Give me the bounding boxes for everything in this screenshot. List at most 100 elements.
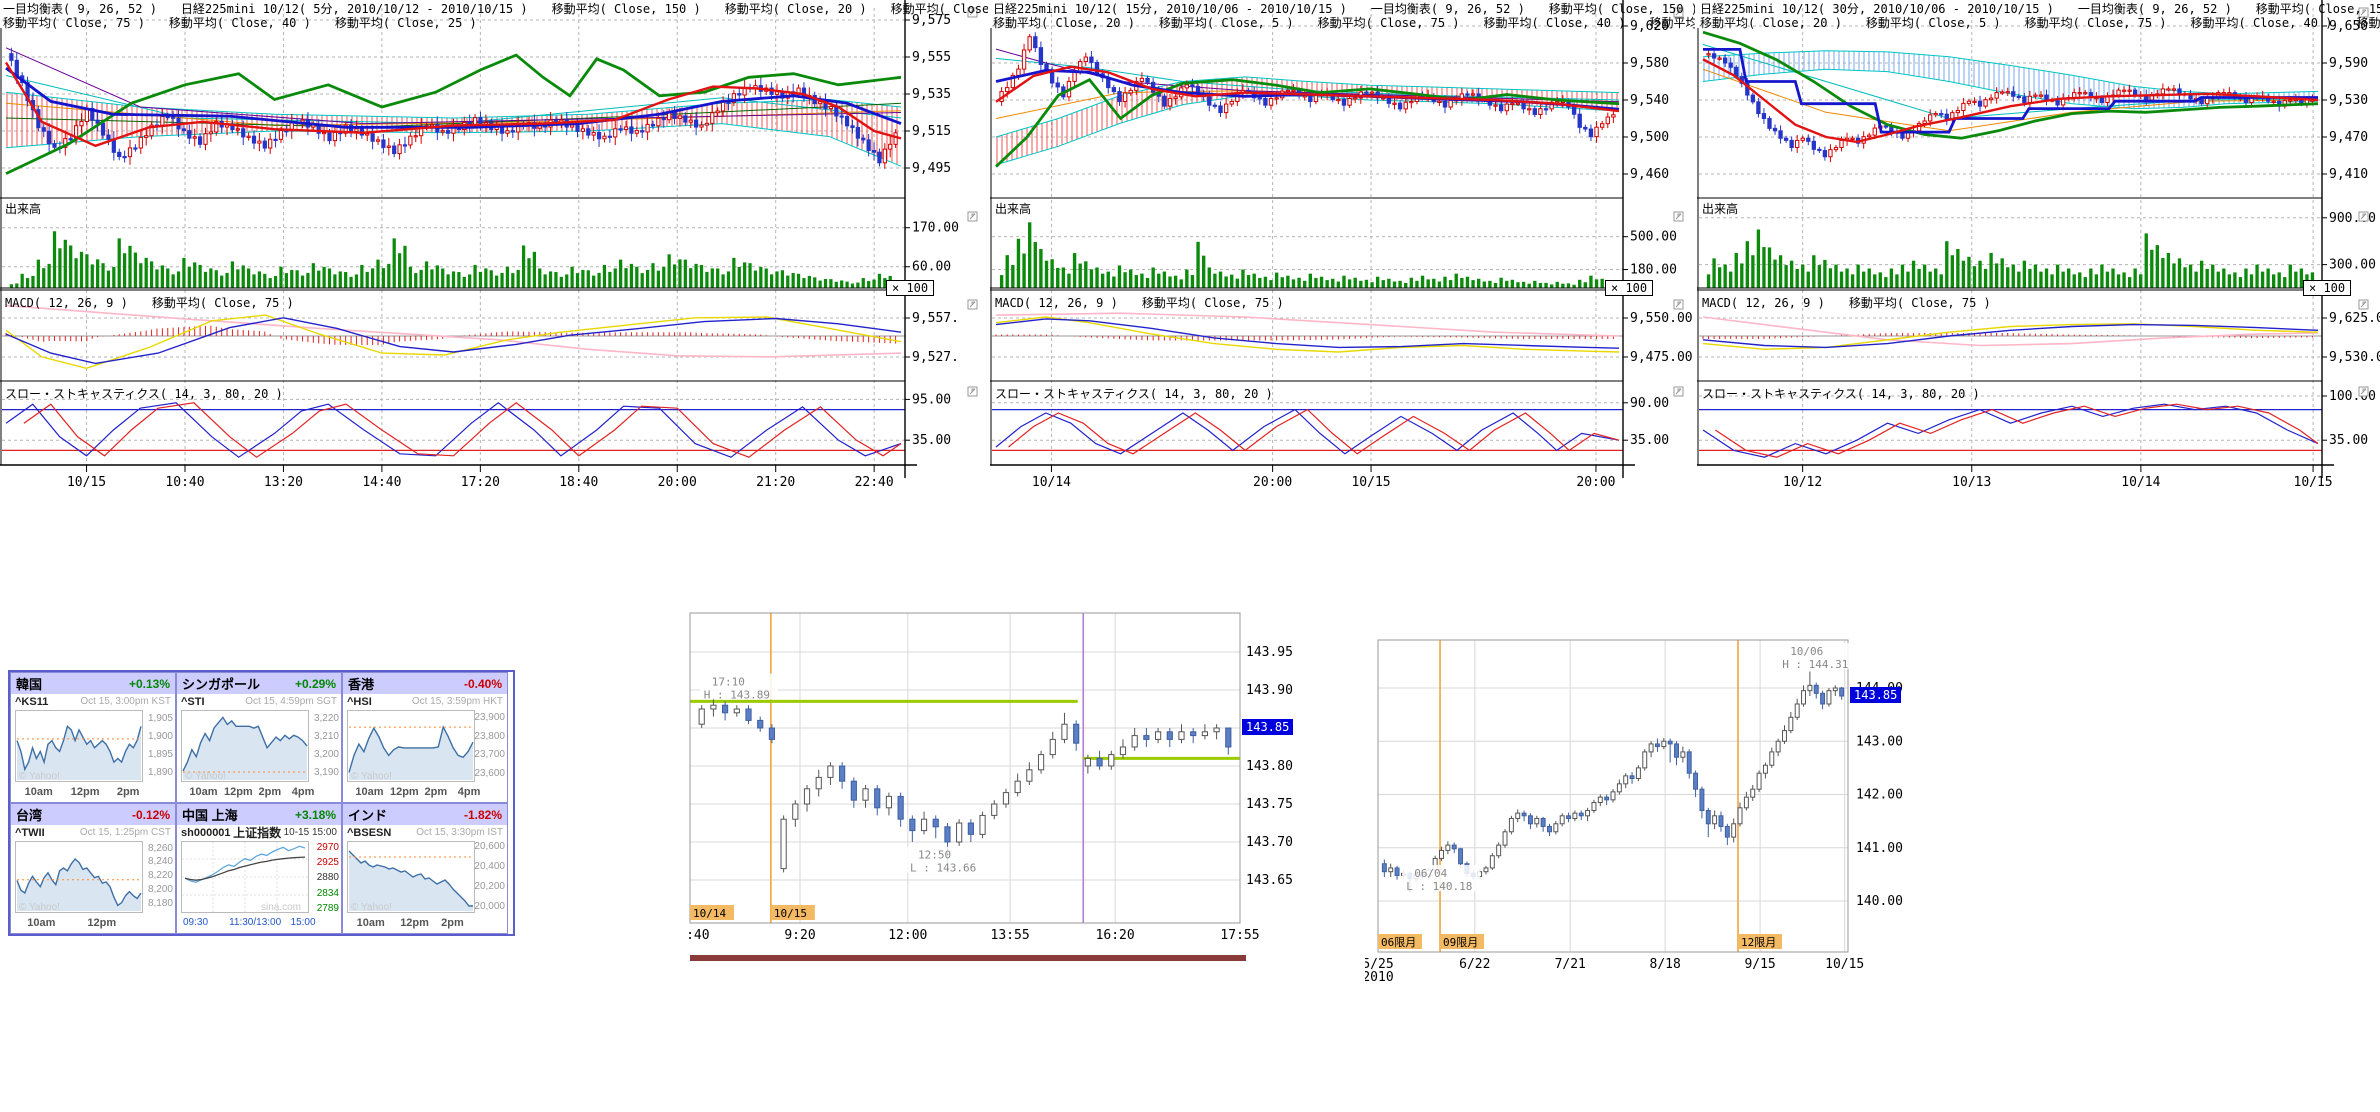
value-axis-label: 8,180 xyxy=(148,898,173,909)
annotation-text: 12:50 xyxy=(918,849,951,862)
nikkei-30min-chart[interactable]: 日経225mini 10/12( 30分, 2010/10/06 - 2010/… xyxy=(1697,0,2380,505)
time-axis-label: 2pm xyxy=(117,786,140,798)
session-badge: 10/14 xyxy=(690,905,734,920)
x-tick-label: 10/12 xyxy=(1783,475,1822,490)
market-widget-singapore[interactable]: シンガポール +0.29% ^STI Oct 15, 4:59pm SGT 3,… xyxy=(176,672,342,803)
fx-daily-chart[interactable]: 144.00143.00142.00141.00140.005/2520106/… xyxy=(1365,590,1945,990)
stoch-tick-label: 100.00 xyxy=(2329,389,2376,404)
watermark: © Yahoo! xyxy=(185,771,226,782)
value-axis-label: 8,220 xyxy=(148,870,173,881)
high-low-annotation: 06/04L : 140.18 xyxy=(1402,865,1480,893)
value-axis-label: 3,210 xyxy=(314,731,339,742)
ma75-overlay-line xyxy=(1703,317,2318,346)
ticker-row: ^BSESN Oct 15, 3:30pm IST xyxy=(343,825,507,840)
market-widget-shanghai[interactable]: 中国 上海 +3.18% sh000001 上证指数 10-15 15:00 2… xyxy=(176,803,342,934)
price-tick-label: 9,515 xyxy=(912,124,951,139)
watermark: © Yahoo! xyxy=(19,902,60,913)
chart-legend-line2: 移動平均( Close, 75 ) 移動平均( Close, 40 ) 移動平均… xyxy=(3,14,477,31)
time-axis: 10am12pm xyxy=(11,916,175,933)
price-axis-label: 143.65 xyxy=(1246,873,1293,888)
price-axis-label: 140.00 xyxy=(1856,894,1903,909)
current-price-badge: 143.85 xyxy=(1850,687,1901,703)
annotation-text: 17:10 xyxy=(712,675,745,688)
trading-workstation-screen: 一目均衡表( 9, 26, 52 ) 日経225mini 10/12( 5分, … xyxy=(0,0,2380,1112)
volume-panel-label: 出来高 xyxy=(5,200,41,217)
price-axis-label: 143.00 xyxy=(1856,734,1903,749)
sparkline-chart: 8,2608,2408,2208,2008,180© Yahoo! xyxy=(11,840,175,916)
time-axis-label: 6/22 xyxy=(1459,957,1490,972)
time-axis-label: 16:40 xyxy=(688,928,710,943)
x-tick-label: 10/13 xyxy=(1952,475,1991,490)
market-widget-taiwan[interactable]: 台湾 -0.12% ^TWII Oct 15, 1:25pm CST 8,260… xyxy=(10,803,176,934)
time-axis-label: 12pm xyxy=(390,786,419,798)
market-header-bar: 韓国 +0.13% xyxy=(11,673,175,694)
panel-corner-icon xyxy=(2359,387,2368,396)
annotation-text: L : 140.18 xyxy=(1406,880,1472,893)
watermark: © Yahoo! xyxy=(19,771,60,782)
market-change-badge: -0.40% xyxy=(464,677,502,691)
ticker-row: ^HSI Oct 15, 3:59pm HKT xyxy=(343,694,507,709)
x-tick-label: 10/15 xyxy=(1351,475,1390,490)
price-axis-label: 143.80 xyxy=(1246,759,1293,774)
panel-corner-icon xyxy=(968,387,977,396)
session-badge-label: 06限月 xyxy=(1381,936,1416,949)
price-axis-label: 143.75 xyxy=(1246,797,1293,812)
volume-panel-label: 出来高 xyxy=(1702,200,1738,217)
market-widget-hongkong[interactable]: 香港 -0.40% ^HSI Oct 15, 3:59pm HKT 23,900… xyxy=(342,672,508,803)
x-tick-label: 21:20 xyxy=(756,475,795,490)
macd-line xyxy=(996,317,1619,352)
panel-corner-icon xyxy=(1674,300,1683,309)
x-tick-label: 22:40 xyxy=(855,475,894,490)
panel-corner-icon xyxy=(968,300,977,309)
time-axis-label: 9/15 xyxy=(1744,957,1775,972)
price-tick-label: 9,470 xyxy=(2329,130,2368,145)
macd-tick-label: 9,625.0 xyxy=(2329,311,2380,326)
annotation-text: L : 143.66 xyxy=(910,862,976,875)
annotation-text: 10/06 xyxy=(1790,645,1823,658)
time-axis-year: 2010 xyxy=(1365,970,1394,985)
ticker-row: sh000001 上证指数 10-15 15:00 xyxy=(177,825,341,840)
sparkline-chart: 23,90023,80023,70023,600© Yahoo! xyxy=(343,709,507,785)
session-badge: 12限月 xyxy=(1738,934,1782,949)
nikkei-15min-chart[interactable]: 日経225mini 10/12( 15分, 2010/10/06 - 2010/… xyxy=(990,0,1695,505)
x-tick-label: 10/14 xyxy=(1032,475,1071,490)
annotation-text: 06/04 xyxy=(1414,867,1447,880)
fx-intraday-chart[interactable]: 143.95143.90143.80143.75143.70143.6516:4… xyxy=(688,560,1348,980)
sparkline-chart: 1,9051,9001,8951,890© Yahoo! xyxy=(11,709,175,785)
macd-histogram xyxy=(996,335,1613,341)
x-tick-label: 20:00 xyxy=(658,475,697,490)
stochastics-panel-label: スロー・ストキャスティクス( 14, 3, 80, 20 ) xyxy=(1702,385,1980,402)
value-axis-label: 20,000 xyxy=(474,901,505,912)
value-axis-label: 2970 xyxy=(317,842,339,853)
ma75-overlay-line xyxy=(996,313,1619,336)
quote-timestamp: Oct 15, 3:00pm KST xyxy=(80,696,171,707)
value-axis-label: 23,800 xyxy=(474,731,505,742)
watermark: © Yahoo! xyxy=(351,771,392,782)
macd-line xyxy=(6,315,901,368)
volume-tick-label: 500.00 xyxy=(1630,230,1677,245)
nikkei-30min-plot: 9,6509,5909,5309,4709,410900.00300.009,6… xyxy=(1697,0,2380,505)
ticker-row: ^KS11 Oct 15, 3:00pm KST xyxy=(11,694,175,709)
nikkei-5min-chart[interactable]: 一目均衡表( 9, 26, 52 ) 日経225mini 10/12( 5分, … xyxy=(0,0,988,505)
value-axis-label: 2925 xyxy=(317,857,339,868)
time-axis-label: 12pm xyxy=(400,917,429,929)
market-widget-korea[interactable]: 韓国 +0.13% ^KS11 Oct 15, 3:00pm KST 1,905… xyxy=(10,672,176,803)
asian-markets-panel: 韓国 +0.13% ^KS11 Oct 15, 3:00pm KST 1,905… xyxy=(8,670,515,936)
x-tick-label: 17:20 xyxy=(461,475,500,490)
panel-corner-icon xyxy=(1674,212,1683,221)
price-tick-label: 9,500 xyxy=(1630,130,1669,145)
market-header-bar: シンガポール +0.29% xyxy=(177,673,341,694)
time-axis-label: 12pm xyxy=(224,786,253,798)
value-axis-label: 8,240 xyxy=(148,856,173,867)
time-axis-label: 13:55 xyxy=(991,928,1030,943)
time-axis-label: 11:30/13:00 xyxy=(229,917,281,928)
market-change-badge: -0.12% xyxy=(132,808,170,822)
session-badge: 10/15 xyxy=(771,905,815,920)
market-widget-india[interactable]: インド -1.82% ^BSESN Oct 15, 3:30pm IST 20,… xyxy=(342,803,508,934)
volume-bars xyxy=(1707,230,2314,289)
ticker-symbol: ^STI xyxy=(181,696,205,708)
candles xyxy=(1382,671,1843,891)
high-low-annotation: 17:10H : 143.89 xyxy=(700,673,778,701)
chart-scrollbar[interactable] xyxy=(690,955,1246,961)
current-price-badge: 143.85 xyxy=(1242,719,1293,735)
